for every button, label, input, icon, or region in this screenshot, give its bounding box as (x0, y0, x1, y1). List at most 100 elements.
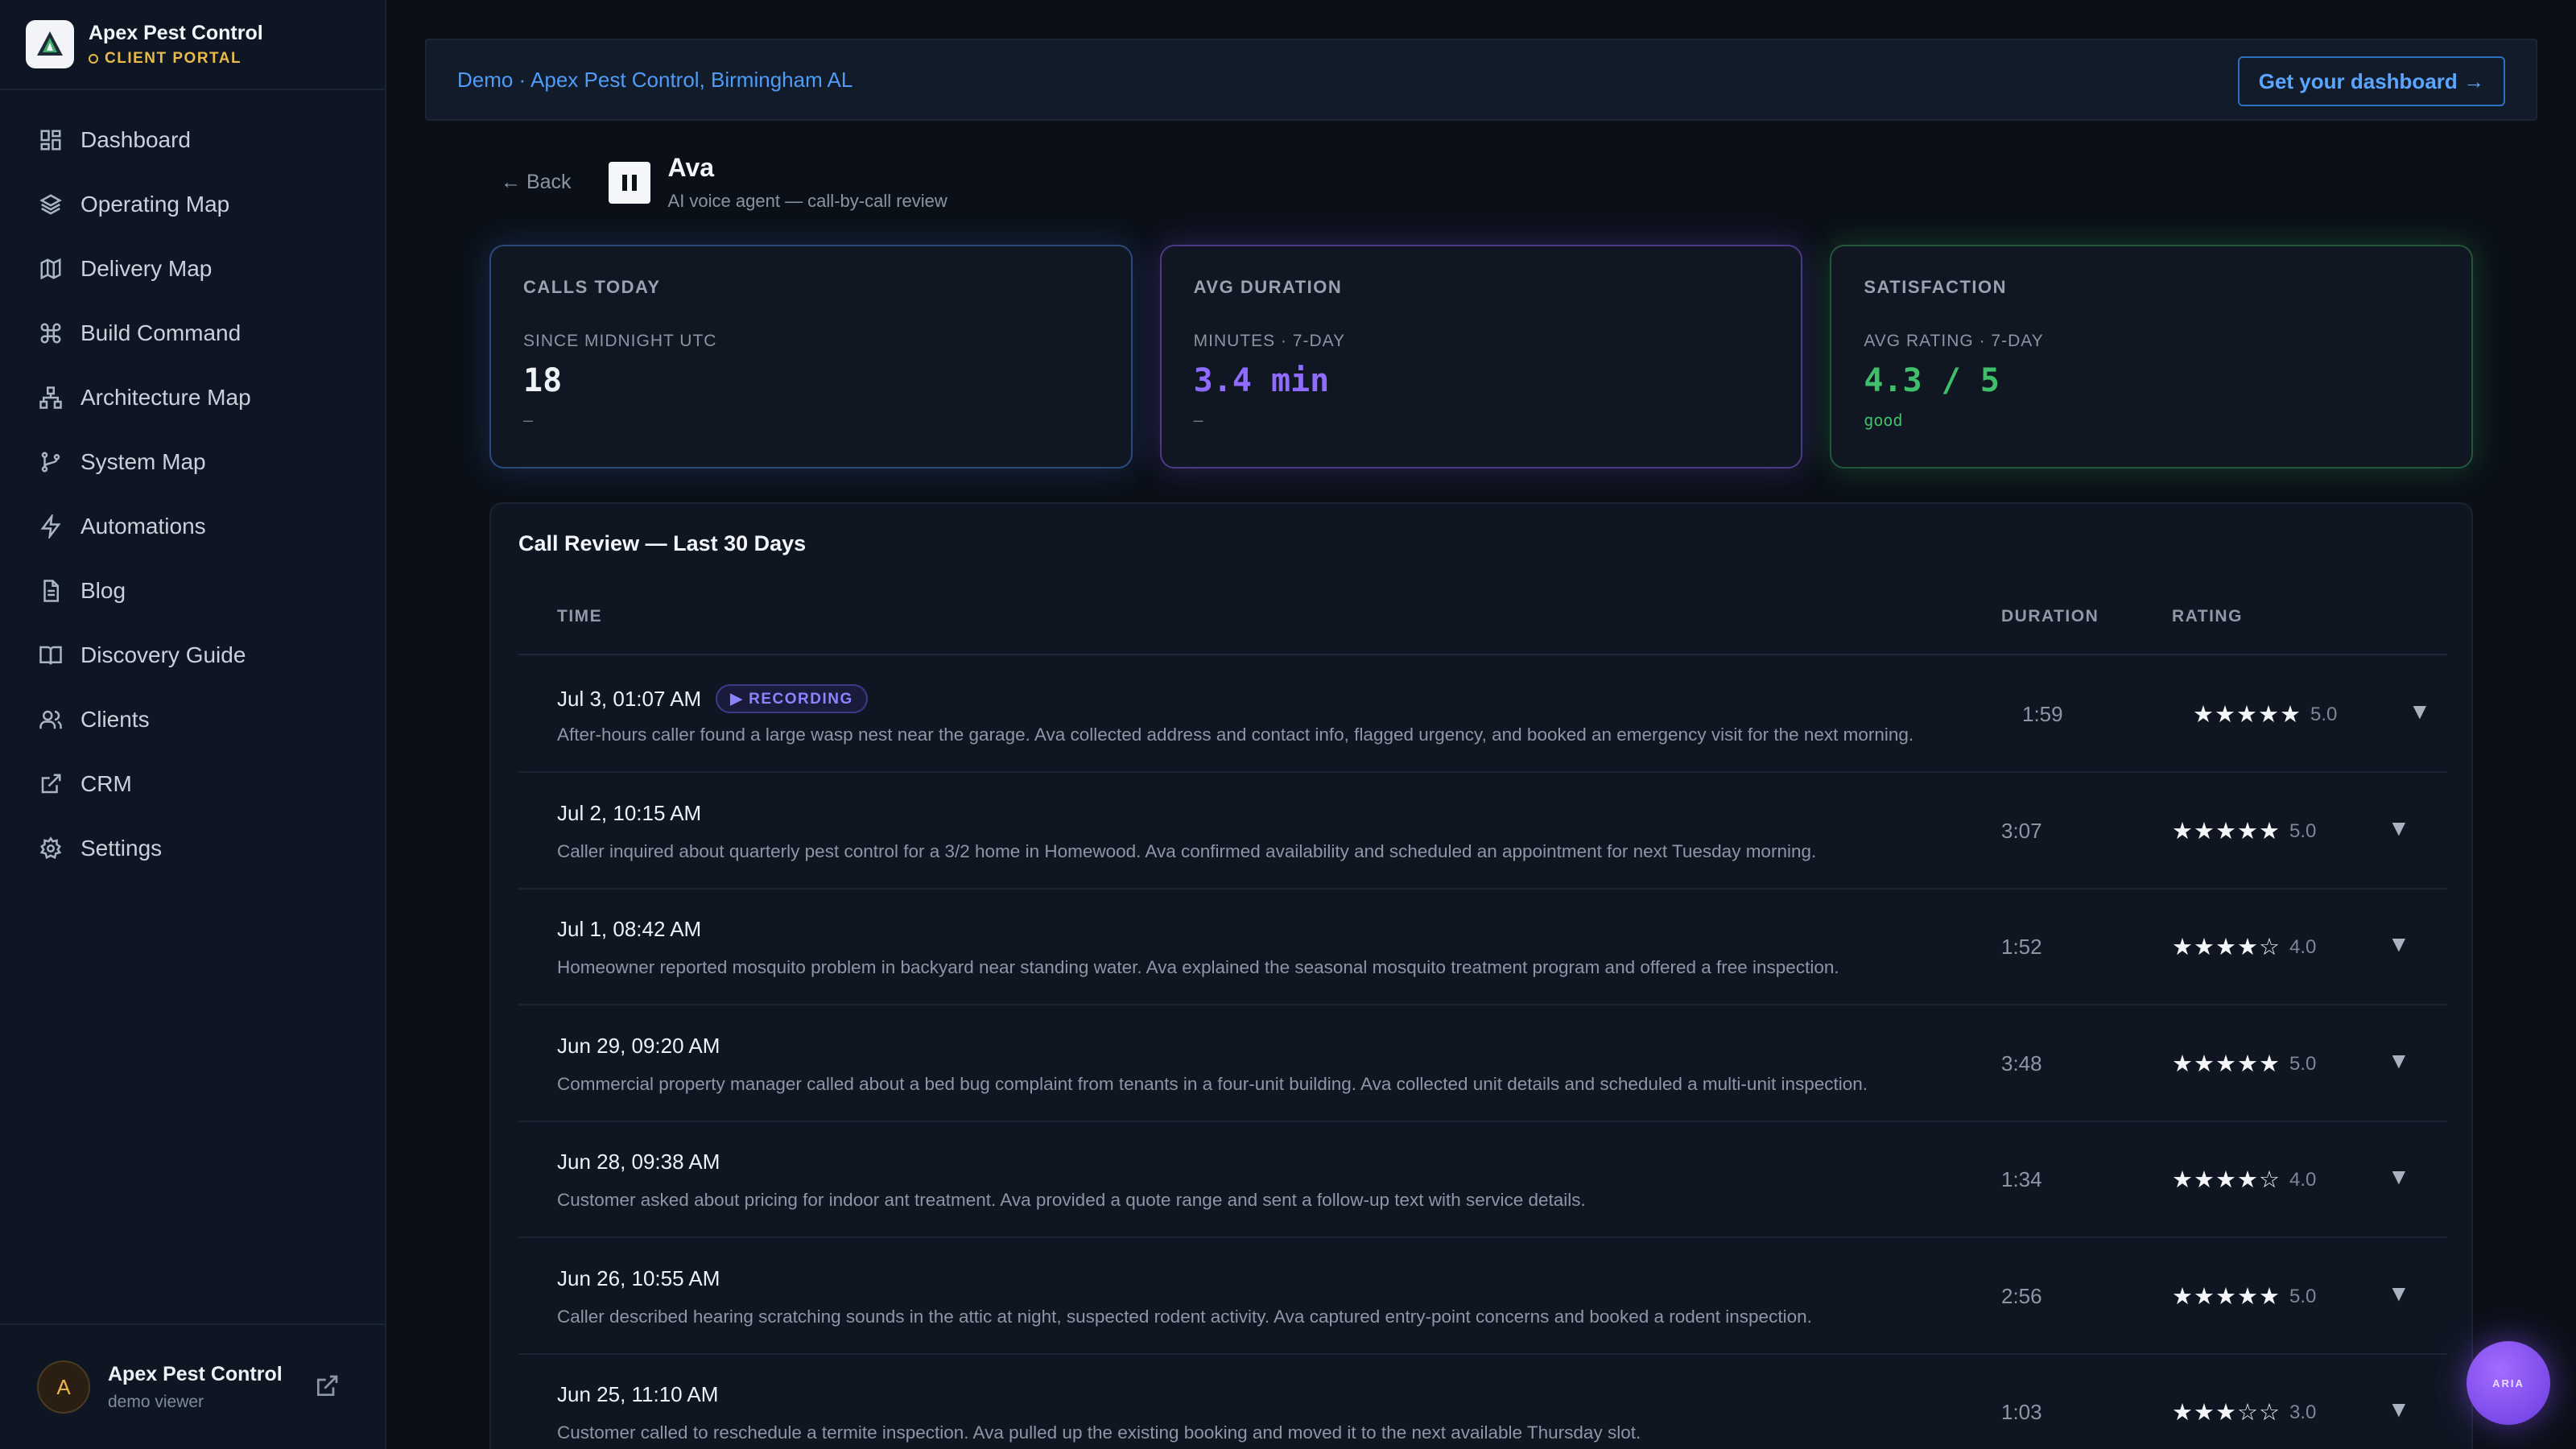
call-time-text: Jun 29, 09:20 AM (557, 1033, 720, 1058)
call-summary: Caller inquired about quarterly pest con… (557, 840, 1817, 861)
external-link-icon[interactable] (314, 1373, 340, 1399)
stat-card-satisfaction: SATISFACTION AVG RATING · 7-DAY 4.3 / 5 … (1830, 245, 2474, 469)
sidebar-item-automations[interactable]: Automations (0, 494, 385, 559)
sidebar-item-blog[interactable]: Blog (0, 559, 385, 623)
brand-header[interactable]: Apex Pest Control CLIENT PORTAL (0, 0, 385, 90)
rating-stars-icon: ★★★★★ (2172, 1051, 2281, 1077)
sidebar-item-label: Dashboard (80, 127, 191, 152)
page-header: ← Back Ava AI voice agent — call-by-call… (501, 153, 947, 212)
sidebar-item-label: Automations (80, 514, 206, 539)
stat-note: — (523, 411, 534, 430)
users-icon (39, 710, 62, 729)
page-subtitle: AI voice agent — call-by-call review (667, 191, 947, 211)
expand-chevron-icon[interactable]: ▼ (2388, 931, 2410, 957)
expand-chevron-icon[interactable]: ▼ (2388, 1281, 2410, 1307)
sidebar-item-build-command[interactable]: Build Command (0, 301, 385, 365)
rating-value: 4.0 (2289, 1169, 2317, 1191)
sidebar-item-label: Operating Map (80, 192, 230, 217)
sidebar-item-architecture-map[interactable]: Architecture Map (0, 365, 385, 430)
stat-value: 18 (523, 362, 563, 399)
banner-text: Demo · Apex Pest Control, Birmingham AL (457, 67, 853, 92)
stat-label: SATISFACTION (1864, 277, 2008, 297)
sidebar-item-operating-map[interactable]: Operating Map (0, 172, 385, 237)
rating-value: 5.0 (2310, 704, 2338, 725)
call-duration: 1:52 (2001, 935, 2042, 959)
book-icon (39, 646, 62, 665)
sidebar-item-system-map[interactable]: System Map (0, 430, 385, 494)
sidebar-item-dashboard[interactable]: Dashboard (0, 108, 385, 172)
expand-chevron-icon[interactable]: ▼ (2388, 1048, 2410, 1074)
sidebar-item-crm[interactable]: CRM (0, 752, 385, 816)
expand-chevron-icon[interactable]: ▼ (2409, 699, 2431, 724)
expand-chevron-icon[interactable]: ▼ (2388, 1397, 2410, 1422)
demo-banner: Demo · Apex Pest Control, Birmingham AL … (425, 39, 2537, 121)
sidebar-item-label: Delivery Map (80, 256, 213, 281)
table-row[interactable]: Jul 3, 01:07 AM ▶ RECORDING After-hours ca… (518, 657, 2447, 773)
call-review-panel: Call Review — Last 30 Days TIME DURATION… (489, 502, 2473, 1449)
call-summary: Homeowner reported mosquito problem in b… (557, 957, 1839, 977)
sidebar-item-settings[interactable]: Settings (0, 816, 385, 881)
pause-button[interactable] (608, 161, 650, 204)
sidebar-item-label: Build Command (80, 320, 242, 345)
call-duration: 1:03 (2001, 1400, 2042, 1424)
column-header-time: TIME (557, 607, 603, 625)
grid-icon (40, 130, 61, 151)
portal-dot-icon (89, 53, 98, 64)
external-link-icon (41, 774, 61, 794)
command-icon (40, 323, 61, 344)
call-time-text: Jun 26, 10:55 AM (557, 1265, 720, 1290)
rating-value: 3.0 (2289, 1402, 2317, 1423)
call-duration: 1:34 (2001, 1167, 2042, 1191)
table-row[interactable]: Jul 1, 08:42 AM Homeowner reported mosqui… (518, 890, 2447, 1005)
user-role: demo viewer (108, 1392, 204, 1411)
table-row[interactable]: Jun 29, 09:20 AM Commercial property mana… (518, 1006, 2447, 1122)
branch-icon (41, 452, 60, 473)
call-time: Jun 25, 11:10 AM (557, 1382, 718, 1407)
call-time: Jul 3, 01:07 AM ▶ RECORDING (557, 684, 868, 713)
call-summary: Customer called to reschedule a termite … (557, 1422, 1641, 1443)
rating-stars-icon: ★★★★☆ (2172, 1167, 2281, 1193)
sidebar-item-label: Discovery Guide (80, 642, 246, 667)
pause-icon (621, 174, 627, 191)
table-row[interactable]: Jun 25, 11:10 AM Customer called to resch… (518, 1355, 2447, 1449)
table-header: TIME DURATION RATING (518, 584, 2447, 655)
get-dashboard-button[interactable]: Get your dashboard → (2237, 56, 2505, 106)
sidebar-item-label: Settings (80, 836, 163, 861)
table-row[interactable]: Jun 26, 10:55 AM Caller described hearing… (518, 1239, 2447, 1355)
stat-label: CALLS TODAY (523, 277, 661, 297)
recording-badge[interactable]: ▶ RECORDING (716, 684, 868, 713)
column-header-duration: DURATION (2001, 607, 2099, 625)
sidebar-item-label: Clients (80, 707, 150, 732)
call-duration: 2:56 (2001, 1283, 2042, 1308)
call-time: Jun 28, 09:38 AM (557, 1150, 720, 1174)
stats-row: CALLS TODAY SINCE MIDNIGHT UTC 18 — AVG … (489, 245, 2474, 470)
stat-label: AVG DURATION (1193, 277, 1343, 297)
assistant-bubble[interactable]: ARIA (2467, 1341, 2550, 1425)
call-time: Jun 26, 10:55 AM (557, 1266, 720, 1291)
call-time-text: Jul 2, 10:15 AM (557, 800, 702, 825)
lightning-icon (40, 514, 61, 539)
user-profile[interactable]: A Apex Pest Control demo viewer (0, 1323, 386, 1449)
call-time-text: Jul 3, 01:07 AM (557, 686, 702, 711)
call-time-text: Jun 28, 09:38 AM (557, 1150, 720, 1174)
back-link[interactable]: ← Back (501, 171, 572, 194)
expand-chevron-icon[interactable]: ▼ (2388, 815, 2410, 841)
rating-value: 5.0 (2289, 1285, 2317, 1307)
call-review-title: Call Review — Last 30 Days (518, 531, 807, 555)
stat-note: — (1193, 411, 1203, 430)
stat-sublabel: AVG RATING · 7-DAY (1864, 332, 2044, 350)
sidebar-item-label: CRM (80, 771, 132, 796)
sidebar-item-label: System Map (80, 449, 206, 474)
expand-chevron-icon[interactable]: ▼ (2388, 1164, 2410, 1190)
sidebar-item-clients[interactable]: Clients (0, 687, 385, 752)
call-duration: 1:59 (2022, 702, 2063, 726)
call-summary: Commercial property manager called about… (557, 1073, 1868, 1094)
sidebar-item-delivery-map[interactable]: Delivery Map (0, 237, 385, 301)
page-title: Ava (667, 153, 715, 182)
sidebar: Apex Pest Control CLIENT PORTAL Dashboar… (0, 0, 386, 1449)
table-row[interactable]: Jul 2, 10:15 AM Caller inquired about qua… (518, 774, 2447, 890)
sidebar-item-discovery-guide[interactable]: Discovery Guide (0, 623, 385, 687)
stat-card-avg-duration: AVG DURATION MINUTES · 7-DAY 3.4 min — (1159, 245, 1803, 469)
stat-value: 4.3 / 5 (1864, 362, 2000, 399)
table-row[interactable]: Jun 28, 09:38 AM Customer asked about pri… (518, 1122, 2447, 1238)
